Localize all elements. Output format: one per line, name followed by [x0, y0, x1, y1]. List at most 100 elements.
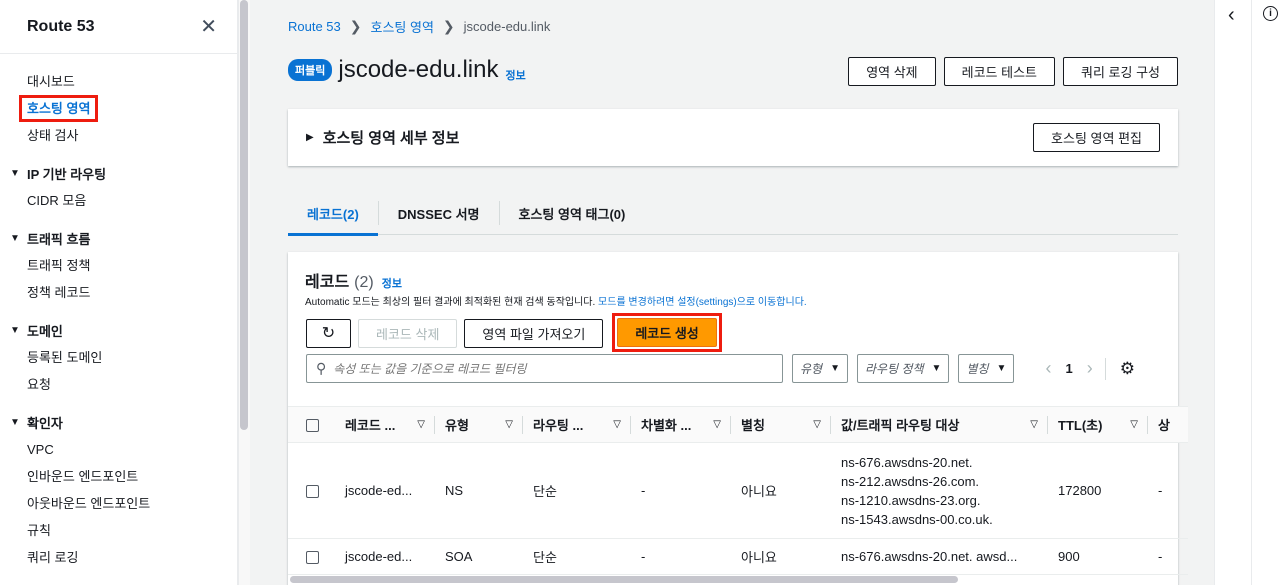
- main-content: Route 53 ❯ 호스팅 영역 ❯ jscode-edu.link 퍼블릭 …: [250, 0, 1214, 585]
- settings-link[interactable]: 모드를 변경하려면 설정(settings)으로 이동합니다.: [598, 297, 807, 308]
- alias-cell: 아니요: [741, 550, 777, 565]
- routing-policy-filter-select[interactable]: 라우팅 정책 ▼: [857, 354, 950, 383]
- info-link[interactable]: 정보: [505, 67, 525, 83]
- sidebar: Route 53 ✕ 대시보드 호스팅 영역 상태 검사 ▼ IP 기반 라우팅…: [0, 0, 238, 585]
- routing-policy-cell: 단순: [533, 484, 557, 499]
- col-value[interactable]: 값/트래픽 라우팅 대상 ▽: [831, 407, 1048, 443]
- sidebar-item-registered-domains[interactable]: 등록된 도메인: [0, 344, 237, 371]
- page-header: 퍼블릭 jscode-edu.link 정보: [288, 56, 526, 84]
- sort-icon: ▽: [613, 419, 621, 430]
- sidebar-item-policy-records[interactable]: 정책 레코드: [0, 279, 237, 306]
- sidebar-item-cidr[interactable]: CIDR 모음: [0, 187, 237, 214]
- ttl-cell: 900: [1058, 549, 1080, 564]
- table-row[interactable]: jscode-ed... NS 단순 - 아니요 ns-676.awsdns-2…: [288, 443, 1188, 539]
- sidebar-item-requests[interactable]: 요청: [0, 371, 237, 398]
- sort-icon: ▽: [1030, 419, 1038, 430]
- sidebar-item-traffic-policies[interactable]: 트래픽 정책: [0, 252, 237, 279]
- filter-row: ⚲ 유형▼ 라우팅 정책▼ 별칭▼ ‹ 1 › ⚙: [306, 354, 1135, 383]
- value-line: ns-1210.awsdns-23.org.: [841, 492, 981, 508]
- configure-query-logging-button[interactable]: 쿼리 로깅 구성: [1063, 57, 1178, 86]
- value-cell: ns-676.awsdns-20.net. ns-212.awsdns-26.c…: [831, 443, 1048, 539]
- sidebar-item-hosted-zones[interactable]: 호스팅 영역: [0, 95, 237, 122]
- chevron-left-icon[interactable]: ‹: [1045, 358, 1051, 379]
- row-checkbox[interactable]: [306, 551, 319, 565]
- delete-record-button[interactable]: 레코드 삭제: [358, 318, 458, 348]
- public-badge: 퍼블릭: [288, 59, 333, 81]
- sidebar-item-outbound-endpoints[interactable]: 아웃바운드 엔드포인트: [0, 490, 237, 517]
- extra-cell: -: [1158, 483, 1163, 498]
- hosted-zone-details-toggle[interactable]: ▶ 호스팅 영역 세부 정보: [306, 127, 459, 148]
- details-label: 호스팅 영역 세부 정보: [322, 130, 460, 147]
- alias-filter-select[interactable]: 별칭 ▼: [958, 354, 1015, 383]
- chevron-right-icon[interactable]: ›: [1087, 358, 1093, 379]
- sidebar-scrollbar-thumb[interactable]: [240, 0, 248, 430]
- header-actions: 영역 삭제 레코드 테스트 쿼리 로깅 구성: [848, 57, 1178, 86]
- chevron-left-icon[interactable]: ‹: [1228, 4, 1235, 27]
- section-label: 트래픽 흐름: [27, 231, 91, 247]
- sidebar-title: Route 53: [27, 17, 95, 35]
- delete-zone-button[interactable]: 영역 삭제: [848, 57, 936, 86]
- col-type[interactable]: 유형 ▽: [435, 407, 523, 443]
- sidebar-item-dashboard[interactable]: 대시보드: [0, 68, 237, 95]
- search-icon: ⚲: [316, 360, 327, 376]
- record-type-cell: NS: [445, 483, 464, 498]
- sidebar-section-traffic-flow[interactable]: ▼ 트래픽 흐름: [0, 224, 237, 252]
- description-text: Automatic 모드는 최상의 필터 결과에 최적화된 현재 검색 동작입니…: [305, 297, 599, 308]
- col-routing[interactable]: 라우팅 ... ▽: [523, 407, 631, 443]
- type-filter-select[interactable]: 유형 ▼: [792, 354, 848, 383]
- sidebar-item-vpc[interactable]: VPC: [0, 436, 237, 463]
- info-icon[interactable]: i: [1263, 6, 1278, 21]
- refresh-button[interactable]: ↻: [306, 318, 351, 348]
- right-rail: ‹ i: [1214, 0, 1280, 585]
- records-heading: 레코드 (2) 정보: [305, 268, 402, 292]
- sidebar-nav: 대시보드 호스팅 영역 상태 검사 ▼ IP 기반 라우팅 CIDR 모음 ▼ …: [0, 54, 237, 571]
- search-input[interactable]: [333, 361, 754, 376]
- sidebar-item-inbound-endpoints[interactable]: 인바운드 엔드포인트: [0, 463, 237, 490]
- records-table: 레코드 ... ▽ 유형 ▽ 라우팅 ... ▽ 차별화 ... ▽ 별칭 ▽ 값/트래픽…: [288, 406, 1188, 575]
- create-record-button[interactable]: 레코드 생성: [617, 318, 717, 347]
- route53-console: Route 53 ✕ 대시보드 호스팅 영역 상태 검사 ▼ IP 기반 라우팅…: [0, 0, 1280, 585]
- refresh-icon: ↻: [321, 325, 336, 342]
- section-label: 도메인: [27, 323, 63, 339]
- col-ttl[interactable]: TTL(초) ▽: [1048, 407, 1148, 443]
- edit-hosted-zone-button[interactable]: 호스팅 영역 편집: [1033, 123, 1160, 152]
- sidebar-item-query-logging[interactable]: 쿼리 로깅: [0, 544, 237, 571]
- section-label: IP 기반 라우팅: [27, 166, 107, 182]
- import-zone-file-button[interactable]: 영역 파일 가져오기: [464, 318, 604, 348]
- tab-dnssec[interactable]: DNSSEC 서명: [379, 192, 499, 235]
- caret-down-icon: ▼: [10, 232, 20, 244]
- col-extra[interactable]: 상: [1148, 407, 1188, 443]
- sidebar-section-ip-routing[interactable]: ▼ IP 기반 라우팅: [0, 159, 237, 187]
- table-row[interactable]: jscode-ed... SOA 단순 - 아니요 ns-676.awsdns-…: [288, 539, 1188, 575]
- records-count: (2): [354, 274, 374, 291]
- col-differentiator[interactable]: 차별화 ... ▽: [631, 407, 731, 443]
- sidebar-item-health-checks[interactable]: 상태 검사: [0, 122, 237, 149]
- records-panel: 레코드 (2) 정보 Automatic 모드는 최상의 필터 결과에 최적화된…: [288, 252, 1188, 585]
- select-all-checkbox[interactable]: [306, 419, 319, 433]
- chevron-right-icon: ❯: [442, 18, 455, 34]
- sidebar-section-domains[interactable]: ▼ 도메인: [0, 316, 237, 344]
- close-icon[interactable]: ✕: [200, 17, 217, 37]
- table-horizontal-scrollbar[interactable]: [290, 576, 958, 583]
- test-record-button[interactable]: 레코드 테스트: [943, 57, 1056, 86]
- select-all-header: [288, 407, 335, 443]
- page-number[interactable]: 1: [1065, 361, 1072, 376]
- value-line: ns-1543.awsdns-00.co.uk.: [841, 511, 993, 527]
- rail-divider: [1251, 0, 1252, 585]
- tab-records[interactable]: 레코드(2): [288, 192, 378, 236]
- sidebar-section-resolver[interactable]: ▼ 확인자: [0, 408, 237, 436]
- breadcrumb-route53[interactable]: Route 53: [288, 19, 341, 34]
- highlight-box: 레코드 생성: [612, 313, 722, 352]
- records-info-link[interactable]: 정보: [382, 275, 402, 291]
- hosted-zone-details-panel: ▶ 호스팅 영역 세부 정보 호스팅 영역 편집: [288, 109, 1178, 166]
- caret-down-icon: ▼: [830, 363, 840, 374]
- record-name-cell: jscode-ed...: [345, 549, 413, 564]
- col-alias[interactable]: 별칭 ▽: [731, 407, 831, 443]
- tab-tags[interactable]: 호스팅 영역 태그(0): [500, 192, 645, 235]
- breadcrumb: Route 53 ❯ 호스팅 영역 ❯ jscode-edu.link: [288, 17, 550, 36]
- col-record-name[interactable]: 레코드 ... ▽: [335, 407, 435, 443]
- sidebar-item-rules[interactable]: 규칙: [0, 517, 237, 544]
- breadcrumb-hosted-zones[interactable]: 호스팅 영역: [371, 17, 434, 36]
- gear-icon[interactable]: ⚙: [1120, 359, 1135, 379]
- row-checkbox[interactable]: [306, 485, 319, 499]
